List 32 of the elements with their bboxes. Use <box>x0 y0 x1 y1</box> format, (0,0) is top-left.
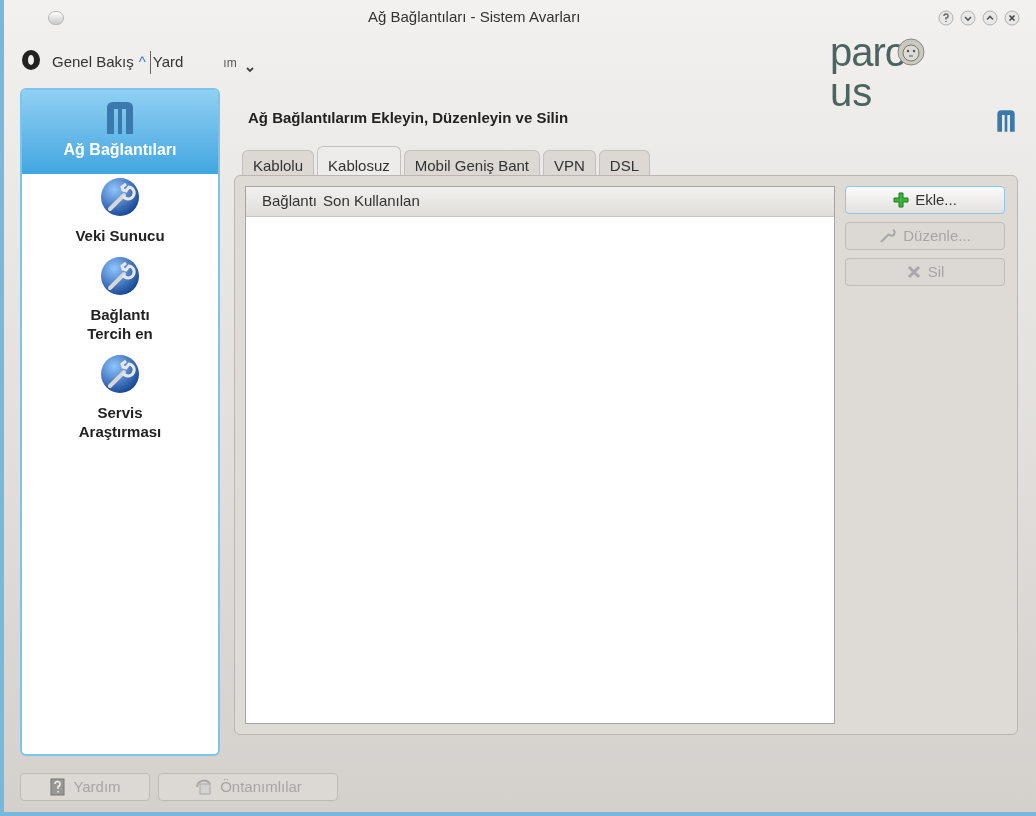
globe-wrench-icon <box>99 353 141 395</box>
wrench-icon <box>879 228 898 244</box>
minimize-icon[interactable] <box>960 10 976 26</box>
page-title: Ağ Bağlantılarım Ekleyin, Düzenleyin ve Silin <box>248 107 569 128</box>
globe-wrench-icon <box>99 176 141 218</box>
maximize-icon[interactable] <box>982 10 998 26</box>
tab[interactable]: Kablosuz <box>317 146 401 176</box>
tab[interactable]: Mobil Geniş Bant <box>403 150 540 176</box>
help-label[interactable]: Yard <box>149 51 184 74</box>
back-icon[interactable] <box>20 48 42 72</box>
add-button[interactable]: Ekle... <box>845 186 1005 214</box>
plus-icon <box>893 192 910 208</box>
tab[interactable]: Kablolu <box>242 150 315 176</box>
help-label-fragment: ım <box>223 55 237 72</box>
column-header[interactable]: Son Kullanılan <box>323 190 420 213</box>
sidebar-item[interactable]: Veki Sunucu <box>22 174 218 253</box>
overview-label[interactable]: Genel Bakış <box>52 51 134 74</box>
dropdown-chevron-icon[interactable] <box>244 66 255 74</box>
help-icon[interactable] <box>938 10 954 26</box>
caret-text: ^ <box>138 52 146 72</box>
delete-icon <box>905 264 922 280</box>
network-logo-icon <box>996 109 1016 133</box>
close-icon[interactable] <box>1004 10 1020 26</box>
column-header[interactable]: Bağlantı <box>262 190 318 213</box>
globe-wrench-icon <box>99 255 141 297</box>
tab[interactable]: VPN <box>543 150 596 176</box>
tab[interactable]: DSL <box>598 150 651 176</box>
network-logo-icon <box>105 100 135 136</box>
window-title: Ağ Bağlantıları - Sistem Avarları <box>368 7 581 27</box>
sidebar-item[interactable]: Bağlantı Tercih en <box>22 253 218 351</box>
help-book-icon <box>49 778 68 796</box>
sidebar-item[interactable]: Servis Araştırması <box>22 351 218 449</box>
